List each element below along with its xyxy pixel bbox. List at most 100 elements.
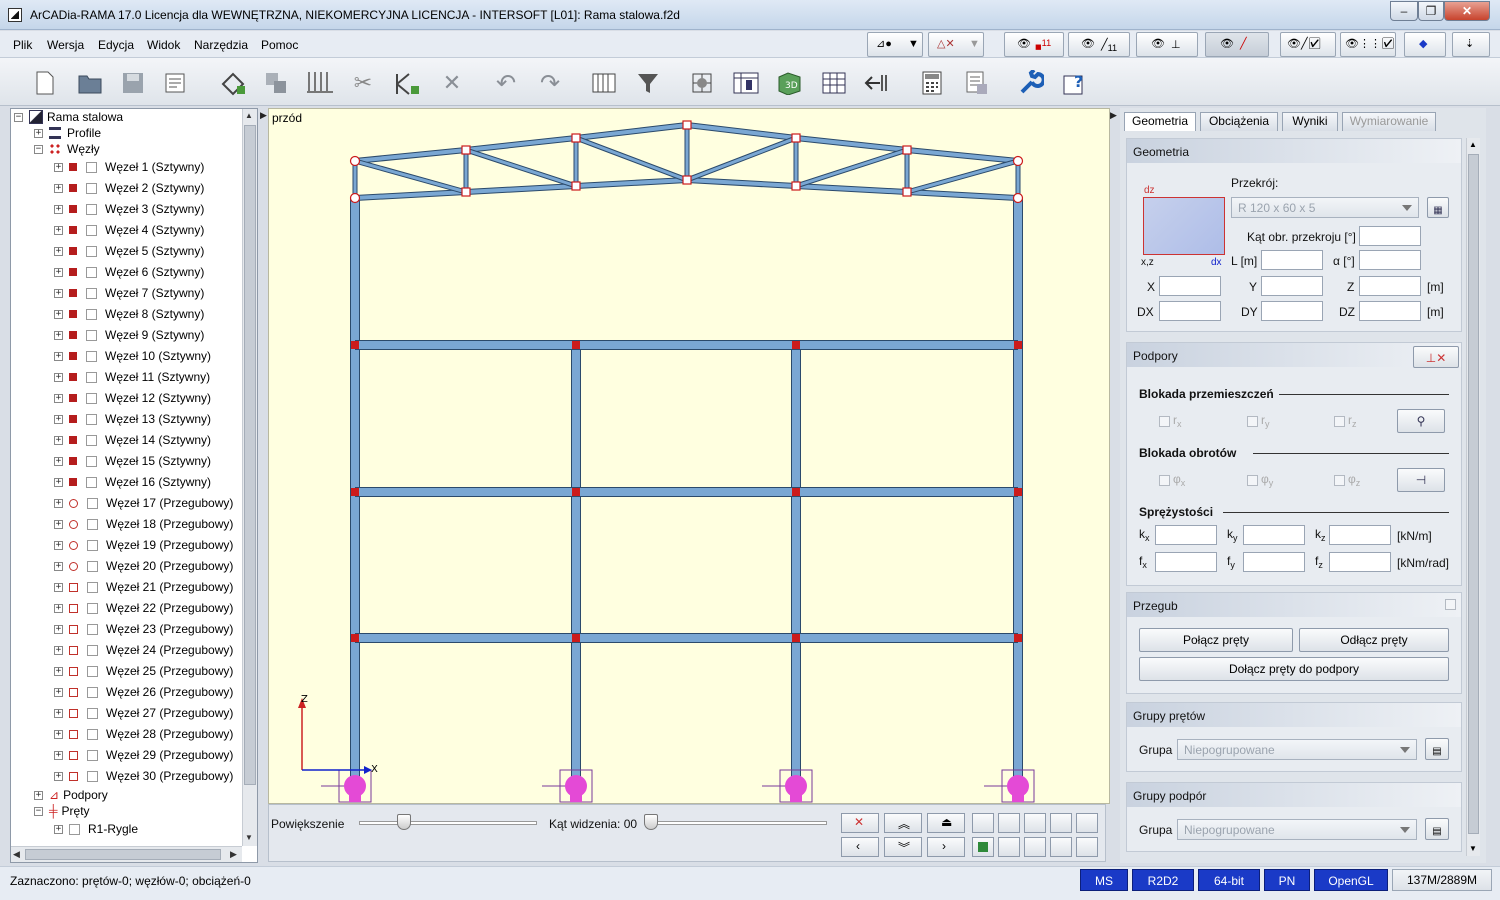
menu-edycja[interactable]: Edycja (98, 38, 134, 52)
view-window-icon[interactable] (1076, 813, 1098, 833)
tree-node[interactable]: + Węzeł 18 (Przegubowy) (54, 515, 233, 533)
phiy-checkbox[interactable] (1247, 475, 1258, 486)
kx-input[interactable] (1155, 525, 1217, 545)
node-checkbox[interactable] (87, 644, 98, 656)
rigid-node[interactable] (572, 341, 580, 349)
node-checkbox[interactable] (86, 350, 97, 362)
tree-node[interactable]: + Węzeł 13 (Sztywny) (54, 410, 211, 428)
node-checkbox[interactable] (87, 602, 98, 614)
tree-node[interactable]: + Węzeł 1 (Sztywny) (54, 158, 204, 176)
tree-node[interactable]: + Węzeł 5 (Sztywny) (54, 242, 204, 260)
tree-node[interactable]: + Węzeł 10 (Sztywny) (54, 347, 211, 365)
rigid-node[interactable] (572, 634, 580, 642)
length-input[interactable] (1261, 250, 1323, 270)
menu-wersja[interactable]: Wersja (47, 38, 84, 52)
load-icon[interactable] (305, 68, 335, 98)
show-labels-button[interactable]: 👁╱☑ (1280, 32, 1336, 57)
zoom-slider-thumb[interactable] (397, 814, 411, 830)
view-mesh-icon[interactable] (1024, 837, 1046, 857)
tree-node[interactable]: + Węzeł 16 (Sztywny) (54, 473, 211, 491)
hinged-node[interactable] (571, 133, 581, 143)
tree-node[interactable]: + Węzeł 24 (Przegubowy) (54, 641, 233, 659)
tab-geometria[interactable]: Geometria (1124, 112, 1196, 131)
left-expand-arrow[interactable]: ▶ (260, 110, 267, 121)
tree-node[interactable]: + Węzeł 23 (Przegubowy) (54, 620, 233, 638)
angle-slider[interactable] (645, 821, 827, 825)
pan-up-button[interactable]: ︽ (884, 813, 922, 833)
ky-input[interactable] (1243, 525, 1305, 545)
support-group-edit-button[interactable]: ▤ (1425, 818, 1449, 840)
grid-settings-icon[interactable] (688, 68, 718, 98)
tree-node[interactable]: + Węzeł 4 (Sztywny) (54, 221, 204, 239)
tree-horizontal-scrollbar[interactable]: ◀ ▶ (11, 846, 242, 862)
node-checkbox[interactable] (86, 203, 97, 215)
z-input[interactable] (1359, 276, 1421, 296)
ry-checkbox[interactable] (1247, 416, 1258, 427)
node-checkbox[interactable] (86, 245, 97, 257)
fix-support-button[interactable]: ⚲ (1397, 409, 1445, 433)
tree-node[interactable]: + Węzeł 21 (Przegubowy) (54, 578, 233, 596)
tree-node[interactable]: + Węzeł 11 (Sztywny) (54, 368, 210, 386)
node-checkbox[interactable] (87, 770, 98, 782)
tree-node[interactable]: + Węzeł 26 (Przegubowy) (54, 683, 233, 701)
truss-top-chord[interactable] (906, 148, 1019, 163)
node-checkbox[interactable] (87, 665, 98, 677)
rigid-node[interactable] (792, 341, 800, 349)
tree-node[interactable]: + Węzeł 12 (Sztywny) (54, 389, 211, 407)
lock-view-button[interactable]: ⏏ (927, 813, 965, 833)
dy-input[interactable] (1261, 301, 1323, 321)
view-flip-icon[interactable] (998, 837, 1020, 857)
panel-scroll-thumb[interactable] (1468, 154, 1479, 834)
print-preview-icon[interactable] (163, 68, 193, 98)
tree-node[interactable]: + Węzeł 17 (Przegubowy) (54, 494, 233, 512)
node-checkbox[interactable] (86, 413, 97, 425)
show-supports-button[interactable]: 👁 ╱ (1205, 32, 1269, 57)
fx-input[interactable] (1155, 552, 1217, 572)
remove-support-button[interactable]: ⊥✕ (1413, 346, 1459, 368)
menu-pomoc[interactable]: Pomoc (261, 38, 298, 52)
tree-node[interactable]: + Węzeł 9 (Sztywny) (54, 326, 204, 344)
truss-diagonal[interactable] (465, 148, 577, 188)
panel-scrollbar[interactable]: ▲ ▼ (1466, 138, 1480, 856)
angle-slider-thumb[interactable] (644, 814, 658, 830)
fy-input[interactable] (1243, 552, 1305, 572)
rigid-node[interactable] (792, 634, 800, 642)
pan-right-button[interactable]: › (927, 837, 965, 857)
reset-view-button[interactable]: ✕ (841, 813, 879, 833)
tree-node[interactable]: + Węzeł 25 (Przegubowy) (54, 662, 233, 680)
view-screen-icon[interactable] (972, 813, 994, 833)
hinged-node[interactable] (1012, 155, 1024, 167)
hinged-node[interactable] (902, 145, 912, 155)
open-folder-icon[interactable] (75, 68, 105, 98)
tab-obciazenia[interactable]: Obciążenia (1200, 112, 1278, 131)
connect-bars-button[interactable]: Połącz pręty (1139, 628, 1293, 652)
show-grid-button[interactable]: 👁⋮⋮☑ (1340, 32, 1396, 57)
disconnect-bars-button[interactable]: Odłącz pręty (1299, 628, 1449, 652)
copy-icon[interactable] (262, 68, 292, 98)
calculator-icon[interactable] (917, 68, 947, 98)
node-checkbox[interactable] (87, 560, 98, 572)
close-button[interactable]: ✕ (1444, 1, 1490, 21)
settings-wrench-icon[interactable] (1016, 68, 1046, 98)
node-checkbox[interactable] (86, 455, 97, 467)
profile-table-icon[interactable] (731, 68, 761, 98)
hinged-node[interactable] (1012, 192, 1024, 204)
tree-node[interactable]: + Węzeł 19 (Przegubowy) (54, 536, 233, 554)
view-green-icon[interactable] (972, 837, 994, 857)
menu-narzedzia[interactable]: Narzędzia (194, 38, 248, 52)
tree-node[interactable]: + Węzeł 15 (Sztywny) (54, 452, 211, 470)
rz-checkbox[interactable] (1334, 416, 1345, 427)
support-group-select[interactable]: Niepogrupowane (1177, 819, 1417, 840)
swap-panels-button[interactable]: ◆ (1404, 32, 1446, 57)
help-icon[interactable]: ? (1060, 68, 1090, 98)
maximize-button[interactable]: ❐ (1418, 1, 1444, 21)
node-checkbox[interactable] (87, 581, 98, 593)
hinged-node[interactable] (461, 145, 471, 155)
attach-bars-to-support-button[interactable]: Dołącz pręty do podpory (1139, 657, 1449, 681)
node-checkbox[interactable] (86, 392, 97, 404)
x-input[interactable] (1159, 276, 1221, 296)
add-bar-icon[interactable] (392, 68, 422, 98)
hinged-node[interactable] (461, 187, 471, 197)
truss-top-chord[interactable] (795, 136, 908, 152)
zoom-slider[interactable] (359, 821, 537, 825)
